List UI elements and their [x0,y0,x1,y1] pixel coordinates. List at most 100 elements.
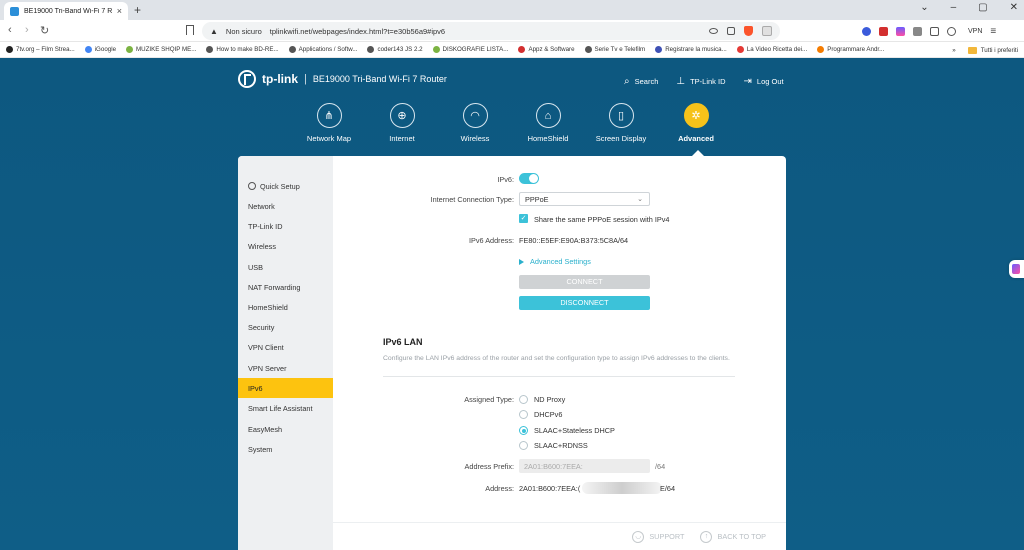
ipv6-toggle[interactable] [519,173,539,184]
sidebar-item-quick-setup[interactable]: Quick Setup [238,176,333,196]
sidebar-toggle-icon[interactable] [930,27,939,36]
share-session-checkbox[interactable]: ✓ [519,214,528,223]
bookmark-label: iGoogle [94,46,117,53]
nav-label: Advanced [678,134,714,143]
all-bookmarks-folder[interactable]: Tutti i preferiti [967,46,1018,54]
bookmark-label: La Video Ricetta dei... [746,46,808,53]
sidebar-item-vpn-client[interactable]: VPN Client [238,337,333,357]
reload-icon[interactable]: ↻ [40,24,49,37]
address-bar[interactable]: ▲ Non sicuro tplinkwifi.net/webpages/ind… [202,22,780,40]
bookmark-item[interactable]: Applications / Softw... [288,46,357,53]
bookmark-item[interactable]: How to make BD-RE... [206,46,279,53]
maximize-icon[interactable]: ▢ [978,2,987,13]
search-link[interactable]: ⌕ Search [624,76,658,87]
tab-list-icon[interactable]: ⌄ [920,2,928,13]
sidebar-item-homeshield[interactable]: HomeShield [238,297,333,317]
tab-close-icon[interactable]: × [117,6,122,16]
bookmark-label: Registrare la musica... [665,46,727,53]
bookmark-item[interactable]: coder143 JS 2.2 [367,46,423,53]
connection-type-select[interactable]: PPPoE ⌄ [519,192,650,206]
back-to-top-link[interactable]: ↑ BACK TO TOP [700,530,766,543]
tab-favicon-icon [10,6,19,16]
ipv6-address-label: IPv6 Address: [468,236,514,245]
nav-wireless[interactable]: ◠ Wireless [440,103,510,143]
key-icon[interactable] [709,28,718,34]
nav-label: HomeShield [527,134,569,143]
bookmarks-more-button[interactable]: » [952,47,955,54]
url-text[interactable]: tplinkwifi.net/webpages/index.html?t=e30… [270,27,445,36]
bookmark-item[interactable]: Appz & Software [518,46,575,53]
nav-homeshield[interactable]: ⌂ HomeShield [513,103,583,143]
share-session-label: Share the same PPPoE session with IPv4 [534,215,670,224]
bookmark-item[interactable]: 7tv.org – Film Strea... [6,46,75,53]
menu-icon[interactable]: ≡ [990,26,996,37]
radio-nd-proxy[interactable] [519,395,528,404]
security-label[interactable]: Non sicuro [226,27,262,36]
sidebar-item-smart-life-assistant[interactable]: Smart Life Assistant [238,398,333,418]
browser-tab[interactable]: BE19000 Tri-Band Wi-Fi 7 Router × [4,2,128,20]
disconnect-button[interactable]: DISCONNECT [519,296,650,310]
back-icon[interactable]: ‹ [8,24,12,36]
extension-icon[interactable] [862,27,871,36]
logout-label: Log Out [756,77,784,86]
wallet-icon[interactable] [947,27,956,36]
nav-advanced[interactable]: ✲ Advanced [661,103,731,143]
support-link[interactable]: ◡ SUPPORT [632,530,684,543]
extension-icon[interactable] [913,27,922,36]
address-prefix-input[interactable]: 2A01:B600:7EEA: [519,459,650,473]
tab-title: BE19000 Tri-Band Wi-Fi 7 Router [24,7,112,15]
bookmark-favicon-icon [6,46,13,53]
sidebar-item-ipv6[interactable]: IPv6 [238,378,333,398]
rewards-icon[interactable] [762,26,772,36]
bookmark-item[interactable]: Registrare la musica... [655,46,727,53]
forward-icon[interactable]: › [25,24,29,36]
search-label: Search [634,77,659,86]
nav-internet[interactable]: ⊕ Internet [367,103,437,143]
bookmark-item[interactable]: Serie Tv e Telefilm [584,46,645,53]
warning-icon[interactable]: ▲ [210,27,218,36]
tplink-id-link[interactable]: ⊥ TP-Link ID [676,76,725,87]
vpn-button[interactable]: VPN [968,28,982,35]
sidebar-item-easymesh[interactable]: EasyMesh [238,419,333,439]
advanced-settings-label: Advanced Settings [530,257,591,266]
new-tab-button[interactable]: + [134,3,141,17]
sidebar-item-usb[interactable]: USB [238,257,333,277]
nav-label: Internet [389,134,415,143]
logout-link[interactable]: ⇥ Log Out [744,76,784,87]
bookmark-item[interactable]: iGoogle [84,46,117,53]
bookmark-icon[interactable] [186,25,194,35]
assigned-type-label: Assigned Type: [464,395,514,404]
extension-icon[interactable] [896,27,905,36]
radio-slaac-rdnss[interactable] [519,441,528,450]
floating-extension-icon[interactable] [1009,260,1024,278]
nav-network-map[interactable]: ⋔ Network Map [294,103,364,143]
sidebar-item-security[interactable]: Security [238,317,333,337]
sidebar-item-vpn-server[interactable]: VPN Server [238,358,333,378]
lan-address-label: Address: [485,484,514,493]
connect-button[interactable]: CONNECT [519,275,650,289]
sidebar-item-tplink-id[interactable]: TP-Link ID [238,216,333,236]
sidebar-item-nat-forwarding[interactable]: NAT Forwarding [238,277,333,297]
sidebar-item-network[interactable]: Network [238,196,333,216]
bookmark-item[interactable]: DISKOGRAFIE LISTA... [432,46,508,53]
brave-shield-icon[interactable] [744,26,753,36]
sidebar-item-system[interactable]: System [238,439,333,459]
extension-icon[interactable] [879,27,888,36]
nav-screen-display[interactable]: ▯ Screen Display [586,103,656,143]
bookmark-item[interactable]: La Video Ricetta dei... [736,46,808,53]
share-icon[interactable] [727,27,735,35]
advanced-settings-link[interactable]: Advanced Settings [519,257,591,266]
bookmark-label: coder143 JS 2.2 [377,46,423,53]
radio-dhcpv6[interactable] [519,410,528,419]
radio-slaac-stateless-dhcp[interactable] [519,426,528,435]
bookmark-item[interactable]: Programmare Andr... [817,46,884,53]
close-window-icon[interactable]: ✕ [1010,2,1018,13]
logo-separator: | [304,73,307,85]
ipv6-lan-title: IPv6 LAN [383,337,423,347]
radio-label: SLAAC+RDNSS [534,441,588,450]
divider [383,376,735,377]
nav-label: Screen Display [595,134,647,143]
minimize-icon[interactable]: – [951,2,957,13]
sidebar-item-wireless[interactable]: Wireless [238,236,333,256]
bookmark-item[interactable]: MUZIKE SHQIP ME... [126,46,196,53]
